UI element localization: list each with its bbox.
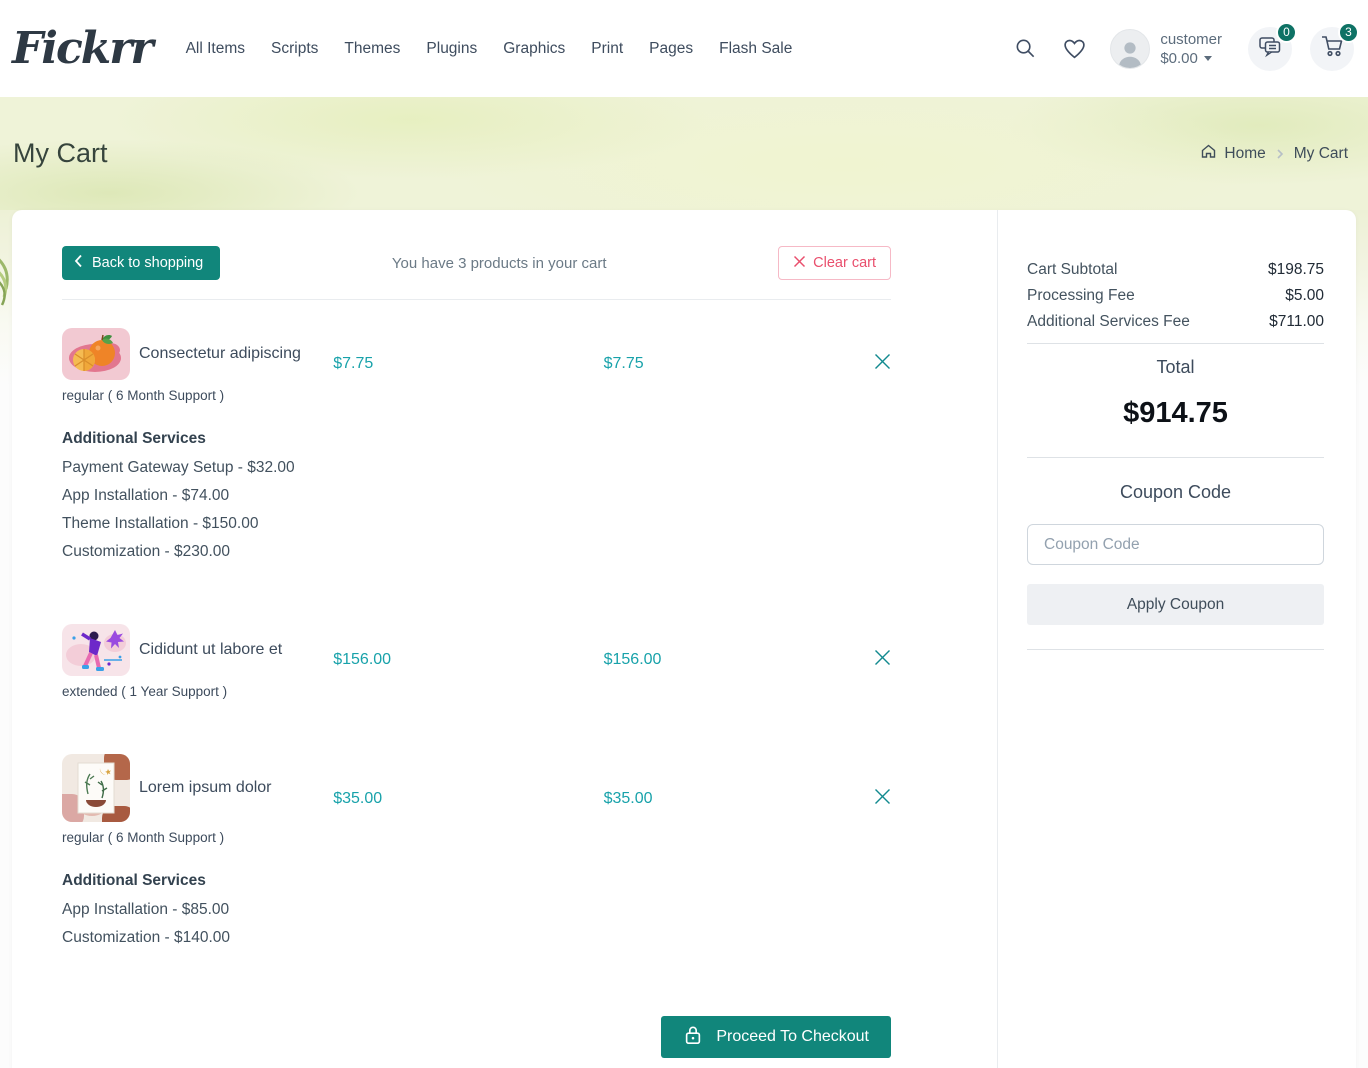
nav-graphics[interactable]: Graphics xyxy=(503,40,565,58)
remove-item-button[interactable] xyxy=(874,624,891,671)
product-license: regular ( 6 Month Support ) xyxy=(62,830,225,845)
total-value: $914.75 xyxy=(1123,397,1228,429)
account-balance: $0.00 xyxy=(1160,49,1198,67)
service-line: Payment Gateway Setup - $32.00 xyxy=(62,459,295,476)
service-line: App Installation - $74.00 xyxy=(62,487,230,504)
services-title: Additional Services xyxy=(62,872,206,889)
page-title: My Cart xyxy=(13,138,108,168)
caret-down-icon xyxy=(1203,55,1212,61)
breadcrumb-home[interactable]: Home xyxy=(1200,143,1266,164)
proceed-to-checkout-label: Proceed To Checkout xyxy=(716,1028,869,1045)
nav-themes[interactable]: Themes xyxy=(344,40,400,58)
summary-label: Additional Services Fee xyxy=(1027,313,1190,330)
account-name: customer xyxy=(1160,30,1222,48)
nav-plugins[interactable]: Plugins xyxy=(426,40,477,58)
product-license: extended ( 1 Year Support ) xyxy=(62,684,228,699)
product-image-dancer[interactable] xyxy=(62,624,130,676)
avatar[interactable] xyxy=(1110,28,1151,69)
proceed-to-checkout-button[interactable]: Proceed To Checkout xyxy=(661,1016,891,1058)
cart-badge: 3 xyxy=(1338,21,1359,43)
cart-toolbar: Back to shopping You have 3 products in … xyxy=(62,246,891,280)
home-icon xyxy=(1200,143,1217,164)
cart-item: Consectetur adipiscing regular ( 6 Month… xyxy=(62,328,891,566)
chevron-right-icon xyxy=(1274,148,1286,160)
service-line: Theme Installation - $150.00 xyxy=(62,515,259,532)
additional-services: Additional Services Payment Gateway Setu… xyxy=(62,430,891,566)
back-to-shopping-button[interactable]: Back to shopping xyxy=(62,246,221,280)
item-subtotal: $156.00 xyxy=(603,651,662,668)
product-license: regular ( 6 Month Support ) xyxy=(62,388,225,403)
heart-icon[interactable] xyxy=(1062,37,1087,60)
product-info: Lorem ipsum dolor regular ( 6 Month Supp… xyxy=(62,754,333,845)
cart-card: Back to shopping You have 3 products in … xyxy=(12,210,1356,1068)
clear-cart-label: Clear cart xyxy=(813,255,876,271)
summary-row: Cart Subtotal $198.75 xyxy=(1027,257,1324,283)
breadcrumb-home-label: Home xyxy=(1224,144,1266,162)
services-title: Additional Services xyxy=(62,430,206,447)
cart-item: Lorem ipsum dolor regular ( 6 Month Supp… xyxy=(62,754,891,952)
messages-button[interactable]: 0 xyxy=(1248,21,1297,71)
divider xyxy=(1027,457,1324,458)
cart-items-panel: Back to shopping You have 3 products in … xyxy=(12,210,997,1068)
remove-item-button[interactable] xyxy=(874,754,891,810)
item-price: $35.00 xyxy=(333,790,383,807)
service-line: Customization - $140.00 xyxy=(62,929,231,946)
search-icon[interactable] xyxy=(1014,37,1037,60)
product-image-oranges[interactable] xyxy=(62,328,130,380)
nav-pages[interactable]: Pages xyxy=(649,40,693,58)
item-price: $7.75 xyxy=(333,355,374,372)
product-info: Consectetur adipiscing regular ( 6 Month… xyxy=(62,328,333,403)
product-name[interactable]: Consectetur adipiscing xyxy=(139,345,301,363)
product-info: Cididunt ut labore et extended ( 1 Year … xyxy=(62,624,333,699)
summary-row: Additional Services Fee $711.00 xyxy=(1027,309,1324,335)
coupon-title: Coupon Code xyxy=(1119,482,1232,502)
chevron-left-icon xyxy=(74,254,83,272)
cart-item: Cididunt ut labore et extended ( 1 Year … xyxy=(62,624,891,699)
header-actions: customer $0.00 0 3 xyxy=(1014,21,1359,71)
divider xyxy=(62,299,891,300)
product-name[interactable]: Lorem ipsum dolor xyxy=(139,779,272,797)
item-subtotal: $35.00 xyxy=(603,790,653,807)
summary-label: Processing Fee xyxy=(1027,287,1135,304)
nav-print[interactable]: Print xyxy=(591,40,623,58)
top-header: Fickrr All Items Scripts Themes Plugins … xyxy=(0,0,1368,97)
product-image-boho[interactable] xyxy=(62,754,130,822)
nav-all-items[interactable]: All Items xyxy=(186,40,245,58)
breadcrumb: Home My Cart xyxy=(1200,143,1348,164)
lock-icon xyxy=(683,1024,703,1051)
nav-flash-sale[interactable]: Flash Sale xyxy=(719,40,792,58)
summary-row: Processing Fee $5.00 xyxy=(1027,283,1324,309)
messages-badge: 0 xyxy=(1276,21,1297,43)
breadcrumb-current: My Cart xyxy=(1293,144,1348,162)
service-line: Customization - $230.00 xyxy=(62,543,231,560)
site-logo[interactable]: Fickrr xyxy=(12,23,154,74)
order-summary-panel: Cart Subtotal $198.75 Processing Fee $5.… xyxy=(997,210,1356,1068)
summary-label: Cart Subtotal xyxy=(1027,261,1118,278)
content-area: Back to shopping You have 3 products in … xyxy=(0,210,1368,1068)
service-line: App Installation - $85.00 xyxy=(62,901,230,918)
product-name[interactable]: Cididunt ut labore et xyxy=(139,641,282,659)
apply-coupon-button[interactable]: Apply Coupon xyxy=(1027,584,1324,625)
summary-value: $711.00 xyxy=(1269,313,1324,330)
page-banner: My Cart Home My Cart xyxy=(0,97,1368,210)
coupon-code-input[interactable] xyxy=(1027,524,1324,565)
nav-scripts[interactable]: Scripts xyxy=(271,40,318,58)
divider xyxy=(1027,343,1324,344)
clear-cart-button[interactable]: Clear cart xyxy=(778,246,891,280)
remove-item-button[interactable] xyxy=(874,328,891,375)
account-menu[interactable]: customer $0.00 xyxy=(1160,30,1222,68)
back-to-shopping-label: Back to shopping xyxy=(92,255,204,271)
item-subtotal: $7.75 xyxy=(603,355,644,372)
main-nav: All Items Scripts Themes Plugins Graphic… xyxy=(186,40,793,58)
divider xyxy=(1027,649,1324,650)
total-label: Total xyxy=(1156,357,1195,377)
checkout-row: Proceed To Checkout xyxy=(62,1016,891,1058)
additional-services: Additional Services App Installation - $… xyxy=(62,872,891,952)
x-icon xyxy=(793,255,806,272)
summary-value: $5.00 xyxy=(1285,287,1324,304)
item-price: $156.00 xyxy=(333,651,392,668)
cart-button[interactable]: 3 xyxy=(1310,21,1359,71)
summary-value: $198.75 xyxy=(1267,261,1324,278)
cart-count-text: You have 3 products in your cart xyxy=(391,254,607,272)
